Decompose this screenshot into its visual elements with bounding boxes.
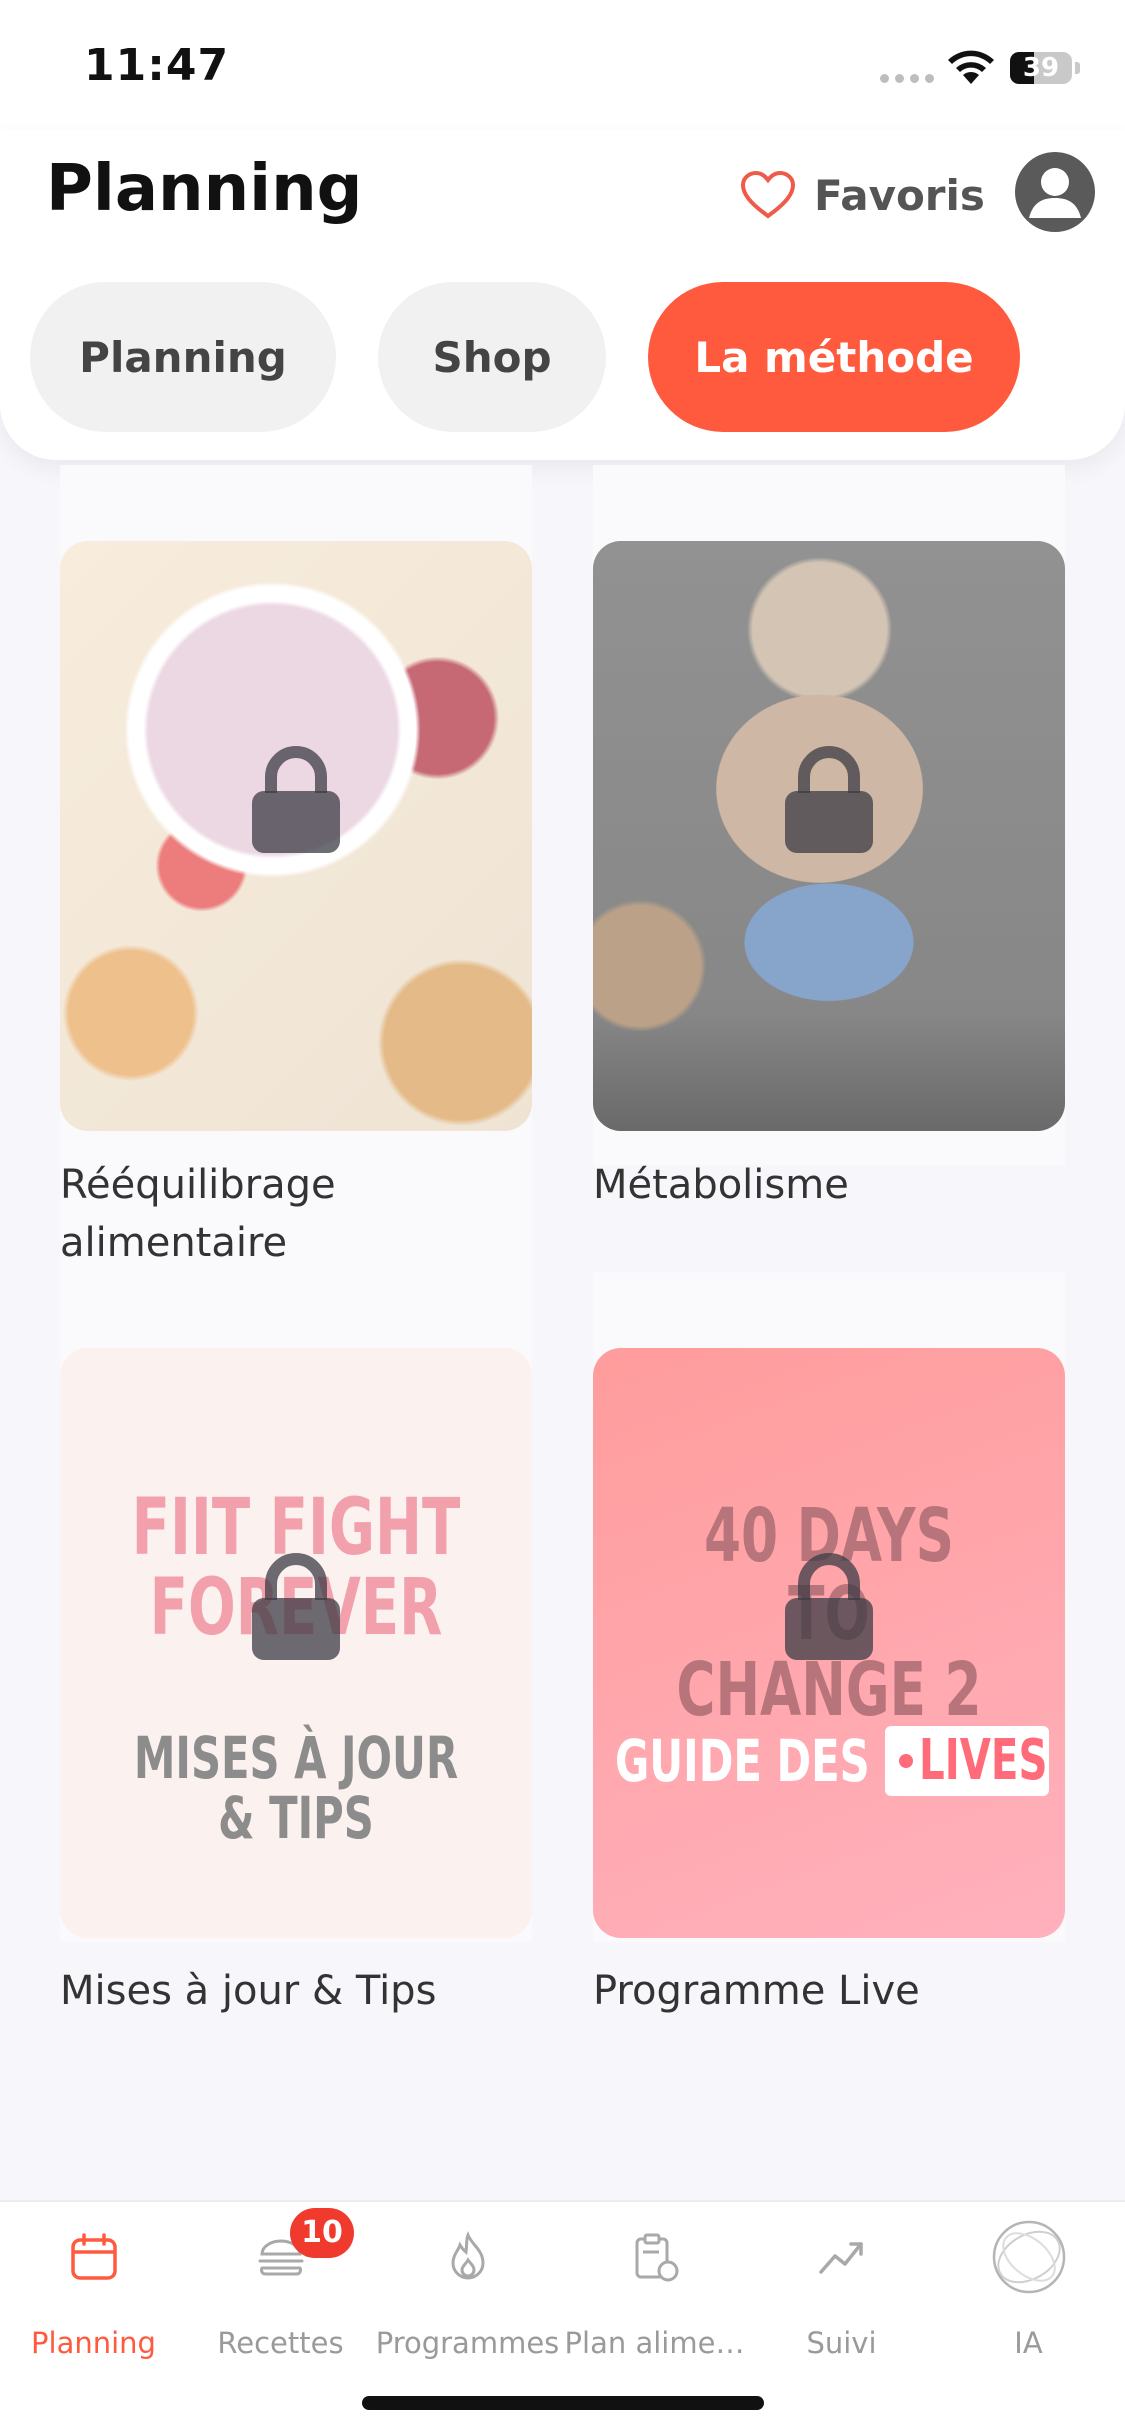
- ai-orb-icon: [992, 2220, 1065, 2294]
- user-icon: [1029, 168, 1081, 218]
- tabbar-label: Plan alime…: [564, 2326, 745, 2360]
- avatar[interactable]: [1015, 152, 1095, 232]
- cover-lives-label: LIVES: [919, 1728, 1048, 1793]
- programme-live-cover: 40 DAYS TO CHANGE 2 GUIDE DES LIVES: [593, 1348, 1065, 1938]
- card-label-programme-live: Programme Live: [593, 1968, 920, 2014]
- recettes-badge: 10: [290, 2208, 354, 2258]
- mises-a-jour-cover: FIIT FIGHT FOREVER MISES À JOUR & TIPS: [60, 1348, 532, 1938]
- card-reequilibrage[interactable]: [60, 465, 532, 1275]
- home-indicator: [362, 2396, 764, 2410]
- card-programme-live[interactable]: 40 DAYS TO CHANGE 2 GUIDE DES LIVES: [593, 1272, 1065, 1942]
- woman-photo-image: [593, 541, 1065, 1131]
- card-label-metabolisme: Métabolisme: [593, 1162, 849, 1208]
- flame-icon: [450, 2230, 485, 2280]
- battery-icon: 39: [1010, 52, 1072, 84]
- tabbar-item-ia[interactable]: IA: [935, 2220, 1122, 2370]
- favorites-label: Favoris: [814, 170, 985, 220]
- calendar-icon: [70, 2233, 117, 2280]
- tabbar-label: Recettes: [217, 2326, 344, 2360]
- heart-icon: [740, 170, 796, 219]
- page-title: Planning: [46, 152, 363, 226]
- tabbar-label: IA: [1014, 2326, 1043, 2360]
- tab-planning[interactable]: Planning: [30, 282, 336, 432]
- wifi-icon: [948, 50, 994, 84]
- tabbar-label: Programmes: [375, 2326, 560, 2360]
- card-mises-a-jour[interactable]: FIIT FIGHT FOREVER MISES À JOUR & TIPS: [60, 1272, 532, 1942]
- tabbar-item-plan-alimentaire[interactable]: Plan alime…: [561, 2230, 748, 2370]
- lock-icon: [252, 746, 340, 853]
- status-bar: 11:47 39: [0, 0, 1125, 135]
- tab-la-methode[interactable]: La méthode: [648, 282, 1020, 432]
- tabbar-item-programmes[interactable]: Programmes: [374, 2230, 561, 2370]
- clipboard-apple-icon: [635, 2233, 678, 2282]
- header: Planning Favoris Planning Shop La méthod…: [0, 130, 1125, 460]
- tabbar-item-planning[interactable]: Planning: [0, 2230, 187, 2370]
- favorites-button[interactable]: Favoris: [740, 160, 985, 230]
- cover-guide-label: GUIDE DES: [615, 1727, 870, 1795]
- food-bowl-image: [60, 541, 532, 1131]
- tab-shop[interactable]: Shop: [378, 282, 606, 432]
- tabbar-item-suivi[interactable]: Suivi: [748, 2230, 935, 2370]
- trend-icon: [818, 2242, 863, 2274]
- tabbar-label: Planning: [31, 2326, 156, 2360]
- card-label-mises-a-jour: Mises à jour & Tips: [60, 1968, 437, 2014]
- lock-icon: [252, 1553, 340, 1660]
- card-label-reequilibrage: Rééquilibrage alimentaire: [60, 1162, 336, 1266]
- cover-subtitle: MISES À JOUR & TIPS: [133, 1724, 459, 1852]
- card-metabolisme[interactable]: [593, 465, 1065, 1165]
- cellular-signal-icon: [880, 74, 934, 83]
- status-time: 11:47: [84, 40, 230, 91]
- lock-icon: [785, 1553, 873, 1660]
- battery-level: 39: [1022, 53, 1060, 83]
- lock-icon: [785, 746, 873, 853]
- tabbar-label: Suivi: [806, 2326, 877, 2360]
